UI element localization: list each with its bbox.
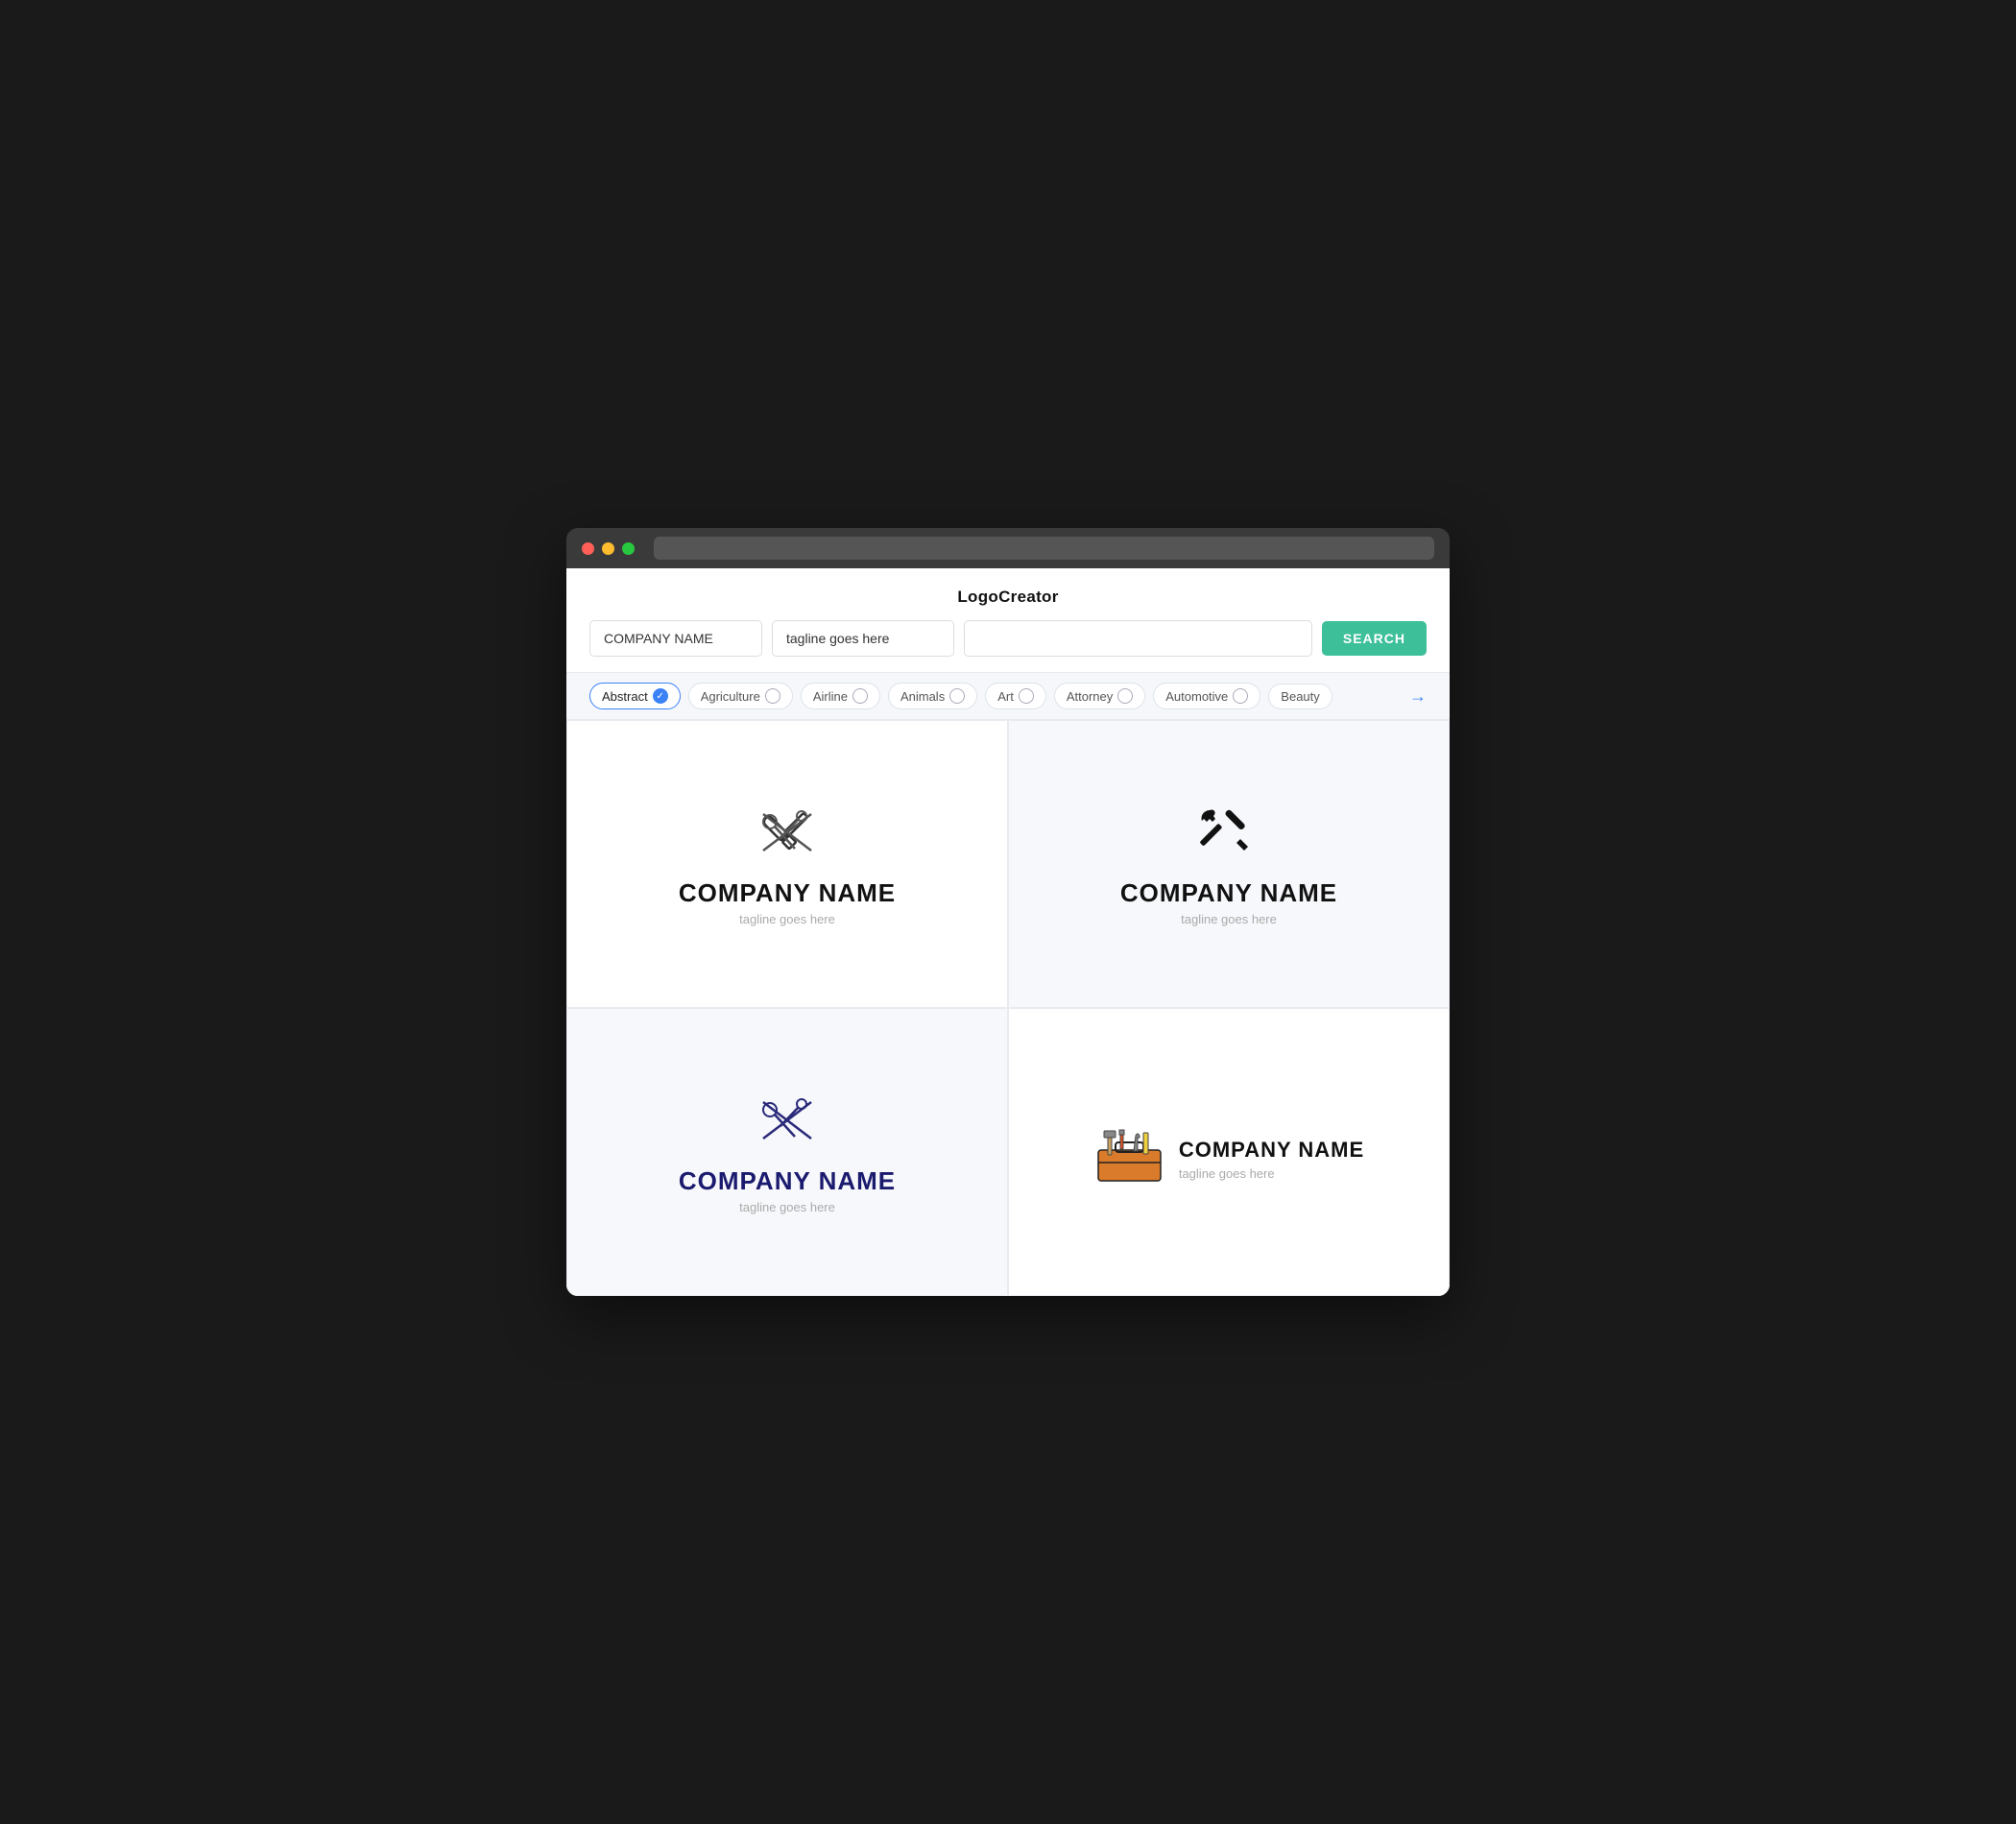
logo-grid: COMPANY NAME tagline goes here (566, 720, 1450, 1296)
category-next-arrow[interactable]: → (1409, 686, 1427, 707)
agriculture-check-icon (765, 688, 780, 704)
tagline-input[interactable] (772, 620, 954, 657)
art-check-icon (1019, 688, 1034, 704)
logo3-tagline: tagline goes here (739, 1200, 835, 1214)
titlebar (566, 528, 1450, 568)
logo4-tagline: tagline goes here (1179, 1166, 1364, 1181)
category-airline[interactable]: Airline (801, 683, 880, 709)
logo4-company: COMPANY NAME (1179, 1138, 1364, 1163)
app-title: LogoCreator (566, 568, 1450, 620)
category-automotive-label: Automotive (1165, 689, 1228, 704)
close-button[interactable] (582, 542, 594, 555)
minimize-button[interactable] (602, 542, 614, 555)
category-attorney[interactable]: Attorney (1054, 683, 1145, 709)
category-art[interactable]: Art (985, 683, 1046, 709)
attorney-check-icon (1117, 688, 1133, 704)
url-bar[interactable] (654, 537, 1434, 560)
logo2-tagline: tagline goes here (1181, 912, 1277, 926)
logo-card-4[interactable]: COMPANY NAME tagline goes here (1008, 1008, 1450, 1296)
tools-outline-blue-icon (749, 1091, 826, 1153)
app-container: LogoCreator SEARCH Abstract ✓ Agricultur… (566, 568, 1450, 1296)
category-automotive[interactable]: Automotive (1153, 683, 1260, 709)
logo3-company: COMPANY NAME (679, 1166, 896, 1196)
category-art-label: Art (997, 689, 1014, 704)
maximize-button[interactable] (622, 542, 635, 555)
tools-filled-icon (1190, 803, 1267, 865)
animals-check-icon (949, 688, 965, 704)
logo1-tagline: tagline goes here (739, 912, 835, 926)
abstract-check-icon: ✓ (653, 688, 668, 704)
category-bar: Abstract ✓ Agriculture Airline Animals A… (566, 672, 1450, 720)
category-agriculture-label: Agriculture (701, 689, 760, 704)
category-beauty-label: Beauty (1281, 689, 1319, 704)
search-button[interactable]: SEARCH (1322, 621, 1427, 656)
logo-card-3[interactable]: COMPANY NAME tagline goes here (566, 1008, 1008, 1296)
category-airline-label: Airline (813, 689, 848, 704)
category-agriculture[interactable]: Agriculture (688, 683, 793, 709)
airline-check-icon (852, 688, 868, 704)
logo1-company: COMPANY NAME (679, 878, 896, 908)
logo-card-2[interactable]: COMPANY NAME tagline goes here (1008, 720, 1450, 1008)
category-animals[interactable]: Animals (888, 683, 977, 709)
logo4-content: COMPANY NAME tagline goes here (1093, 1116, 1364, 1188)
toolbox-icon (1093, 1116, 1165, 1188)
search-bar: SEARCH (566, 620, 1450, 672)
logo4-text-group: COMPANY NAME tagline goes here (1179, 1124, 1364, 1181)
browser-window: LogoCreator SEARCH Abstract ✓ Agricultur… (566, 528, 1450, 1296)
category-abstract[interactable]: Abstract ✓ (589, 683, 681, 709)
category-animals-label: Animals (900, 689, 945, 704)
category-abstract-label: Abstract (602, 689, 648, 704)
logo2-company: COMPANY NAME (1120, 878, 1337, 908)
automotive-check-icon (1233, 688, 1248, 704)
category-attorney-label: Attorney (1067, 689, 1113, 704)
category-beauty[interactable]: Beauty (1268, 684, 1332, 709)
company-name-input[interactable] (589, 620, 762, 657)
color-input[interactable] (964, 620, 1312, 657)
tools-outline-icon (749, 803, 826, 865)
logo-card-1[interactable]: COMPANY NAME tagline goes here (566, 720, 1008, 1008)
